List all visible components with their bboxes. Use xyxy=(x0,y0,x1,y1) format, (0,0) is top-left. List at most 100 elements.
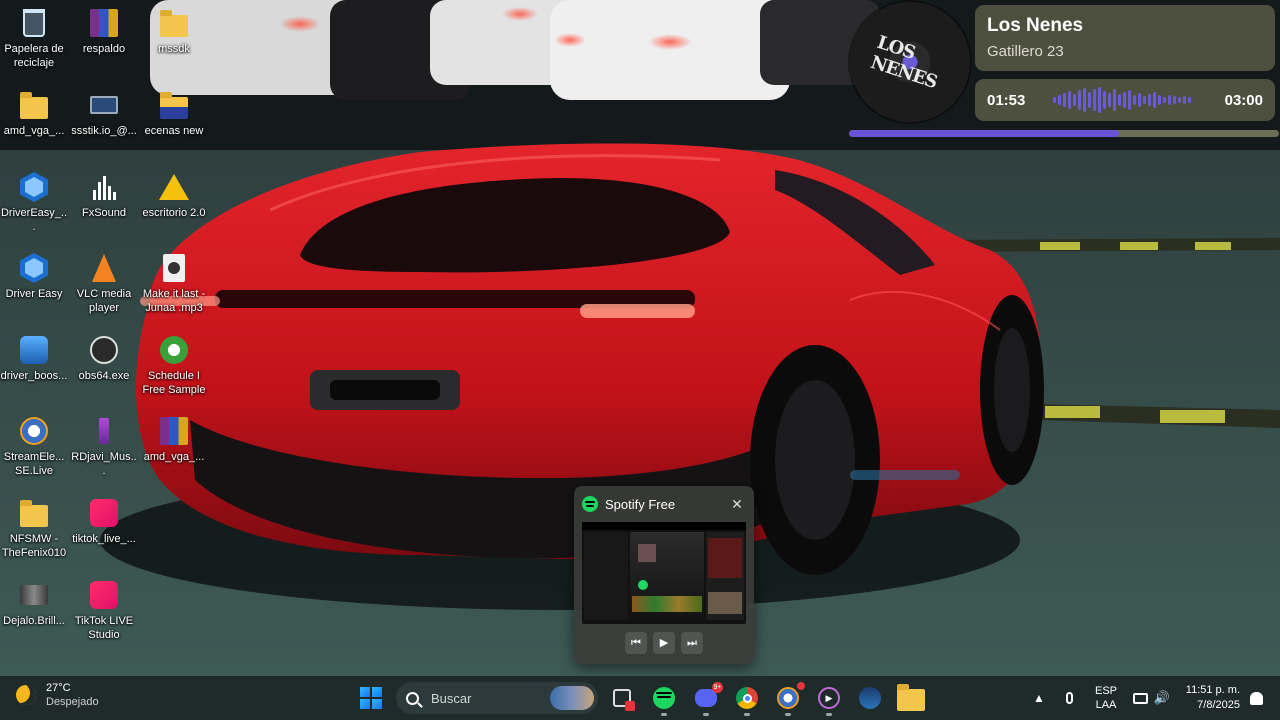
desktop-icon-label: respaldo xyxy=(82,43,126,55)
taskbar: 27°C Despejado Buscar 9+ ▶ ▲ ESP LAA 🔊 1… xyxy=(0,676,1280,720)
waveform-bar xyxy=(1158,95,1161,105)
clock[interactable]: 11:51 p. m. 7/8/2025 xyxy=(1172,676,1240,720)
desktop-icon-label: amd_vga_... xyxy=(143,451,205,463)
schedule-game-icon xyxy=(157,333,191,367)
close-icon[interactable]: ✕ xyxy=(728,496,746,513)
desktop-icon-rdjavi-music[interactable]: RDjavi_Mus... xyxy=(70,414,138,478)
desktop-icon-make-it-last[interactable]: Make it last - Junaa .mp3 xyxy=(140,251,208,315)
desktop-icon-driver-easy[interactable]: Driver Easy xyxy=(0,251,68,301)
weather-temperature: 27°C xyxy=(46,682,71,694)
previous-track-button[interactable]: ⏮ xyxy=(625,632,647,654)
desktop-icon-driver-booster[interactable]: driver_boos... xyxy=(0,333,68,383)
desktop-icon-recycle-bin[interactable]: Papelera de reciclaje xyxy=(0,6,68,70)
spotify-window-thumbnail[interactable] xyxy=(582,522,746,624)
playback-progress-fill xyxy=(849,130,1120,137)
preview-title: Spotify Free xyxy=(605,496,676,512)
microphone-icon[interactable] xyxy=(1058,676,1080,720)
taskbar-app-task-view[interactable] xyxy=(608,684,636,712)
desktop-icon-streamelements[interactable]: StreamEle... SE.Live xyxy=(0,414,68,478)
desktop-icon-label: FxSound xyxy=(81,207,127,219)
task-view-icon xyxy=(613,689,635,711)
obs-icon xyxy=(87,333,121,367)
streamelements-icon xyxy=(777,687,799,709)
current-time: 01:53 xyxy=(987,91,1026,109)
desktop-icon-mssdk[interactable]: mssdk xyxy=(140,6,208,56)
spotify-taskbar-preview[interactable]: Spotify Free ✕ ⏮ ▶ ⏭ xyxy=(574,486,754,664)
desktop-icon-label: amd_vga_... xyxy=(3,125,65,137)
taskbar-app-spotify[interactable] xyxy=(650,684,678,716)
desktop-icon-vlc[interactable]: VLC media player xyxy=(70,251,138,315)
start-button[interactable] xyxy=(357,684,385,712)
playback-progress-bar[interactable] xyxy=(849,130,1279,137)
desktop-icon-dejalo-video[interactable]: Dejalo.Brill... xyxy=(0,578,68,628)
desktop-icon-label: ecenas new xyxy=(144,125,204,137)
search-icon xyxy=(406,691,419,705)
notification-bell-icon[interactable] xyxy=(1246,676,1266,720)
album-cover-disc: LOS NENES xyxy=(850,2,970,122)
desktop-icon-label: VLC media player xyxy=(76,288,132,314)
desktop-icon-obs[interactable]: obs64.exe xyxy=(70,333,138,383)
desktop-icon-tiktok-live-file[interactable]: tiktok_live_... xyxy=(70,496,138,546)
desktop-icon-schedule-i[interactable]: Schedule I Free Sample xyxy=(140,333,208,397)
desktop-icon-label: Dejalo.Brill... xyxy=(3,615,65,627)
desktop-icon-amd-vga-folder[interactable]: amd_vga_... xyxy=(0,88,68,138)
winrar-icon xyxy=(157,414,191,448)
taskbar-app-steam[interactable] xyxy=(856,684,884,712)
weather-widget[interactable]: 27°C Despejado xyxy=(16,682,99,708)
notification-dot xyxy=(797,682,805,690)
file-explorer-icon xyxy=(897,684,925,711)
desktop-icon-fxsound[interactable]: FxSound xyxy=(70,170,138,220)
tiktok-icon xyxy=(87,496,121,530)
taskbar-app-chrome[interactable] xyxy=(733,684,761,716)
running-indicator xyxy=(661,713,667,716)
running-indicator xyxy=(785,713,791,716)
desktop-icon-label: NFSMW - TheFenix010 xyxy=(1,533,67,559)
taskbar-app-discord[interactable]: 9+ xyxy=(692,682,723,716)
waveform-bar xyxy=(1183,96,1186,104)
play-button[interactable]: ▶ xyxy=(653,632,675,654)
preview-media-controls: ⏮ ▶ ⏭ xyxy=(582,632,746,654)
taskbar-app-media-player[interactable]: ▶ xyxy=(815,684,843,716)
network-icon[interactable] xyxy=(1130,676,1150,720)
desktop-icon-ssstik-video[interactable]: ssstik.io_@... xyxy=(70,88,138,138)
spotify-icon xyxy=(653,687,675,709)
waveform-bar xyxy=(1148,94,1151,106)
now-playing-timeline: 01:53 03:00 xyxy=(975,79,1275,121)
volume-icon[interactable]: 🔊 xyxy=(1152,676,1172,720)
folder-icon xyxy=(17,496,51,530)
search-box[interactable]: Buscar xyxy=(396,682,598,714)
waveform-bar xyxy=(1073,94,1076,106)
desktop-icon-nfsmw-folder[interactable]: NFSMW - TheFenix010 xyxy=(0,496,68,560)
waveform-bar xyxy=(1133,95,1136,105)
album-cover-text: LOS NENES xyxy=(867,31,940,93)
running-indicator xyxy=(826,713,832,716)
waveform-bar xyxy=(1123,92,1126,108)
waveform-bar xyxy=(1093,89,1096,111)
desktop-icon-ecenas-new[interactable]: ecenas new xyxy=(140,88,208,138)
desktop-icon-amd-vga-archive[interactable]: amd_vga_... xyxy=(140,414,208,464)
show-hidden-icons-chevron-up-icon[interactable]: ▲ xyxy=(1028,676,1050,720)
waveform-bar xyxy=(1138,93,1141,107)
running-indicator xyxy=(703,713,709,716)
tiktok-icon xyxy=(87,578,121,612)
desktop-icon-escritorio[interactable]: escritorio 2.0 xyxy=(140,170,208,220)
input-language[interactable]: ESP LAA xyxy=(1086,676,1126,720)
desktop-icon-tiktok-live-studio[interactable]: TikTok LIVE Studio xyxy=(70,578,138,642)
waveform-bar xyxy=(1178,97,1181,103)
taskbar-app-streamelements[interactable] xyxy=(774,682,805,716)
now-playing-info: Los Nenes Gatillero 23 xyxy=(975,5,1275,71)
desktop-icon-label: Papelera de reciclaje xyxy=(4,43,64,69)
desktop-icon-respaldo[interactable]: respaldo xyxy=(70,6,138,56)
winrar-icon xyxy=(87,6,121,40)
taskbar-app-file-explorer[interactable] xyxy=(897,684,925,712)
waveform-bar xyxy=(1143,96,1146,104)
desktop-icon-label: Driver Easy xyxy=(5,288,63,300)
video-file-icon xyxy=(17,578,51,612)
preview-header: Spotify Free ✕ xyxy=(582,494,746,514)
waveform-bar xyxy=(1173,96,1176,104)
waveform-bar xyxy=(1128,90,1131,110)
language-code: ESP xyxy=(1094,685,1117,697)
next-track-button[interactable]: ⏭ xyxy=(681,632,703,654)
weather-condition: Despejado xyxy=(46,696,99,708)
desktop-icon-drivereasy-setup[interactable]: DriverEasy_... xyxy=(0,170,68,234)
